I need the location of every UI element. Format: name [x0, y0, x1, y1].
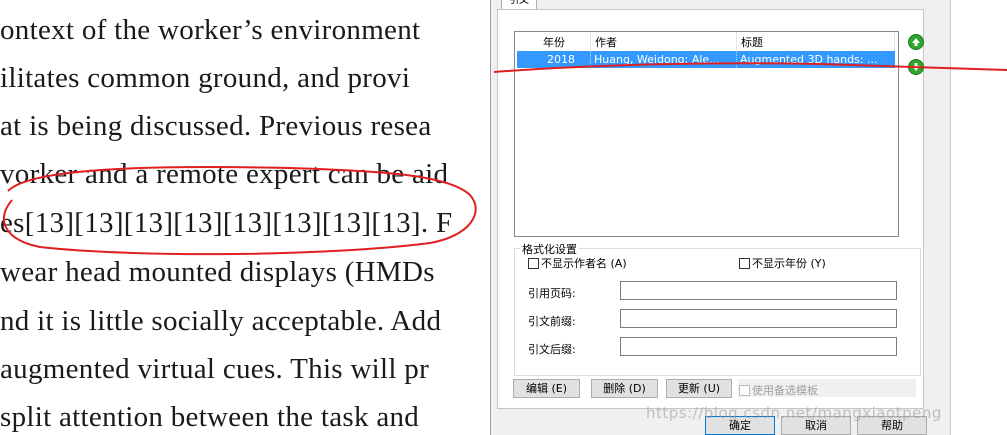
cell-title: Augmented 3D hands: ...	[740, 53, 878, 66]
tab-citation[interactable]: 引文	[501, 0, 537, 9]
hide-author-label: 不显示作者名 (A)	[541, 257, 627, 270]
citation-dialog: 引文 年份 作者 标题 2018 Huang, Weidong; Ale... …	[490, 0, 938, 435]
cell-year: 2018	[539, 51, 591, 68]
page-label: 引用页码:	[528, 287, 576, 300]
prefix-label: 引文前缀:	[528, 315, 576, 328]
update-button[interactable]: 更新 (U)	[666, 379, 732, 398]
checkbox-box[interactable]	[528, 257, 539, 269]
dialog-scrollbar[interactable]	[936, 0, 951, 435]
green-up-arrow-icon	[912, 38, 920, 46]
citation-list[interactable]: 年份 作者 标题 2018 Huang, Weidong; Ale... Aug…	[514, 31, 899, 237]
doc-line-7: nd it is little socially acceptable. Add	[0, 305, 442, 337]
citation-panel: 年份 作者 标题 2018 Huang, Weidong; Ale... Aug…	[497, 9, 924, 409]
column-author[interactable]: 作者	[591, 32, 737, 51]
column-year[interactable]: 年份	[539, 32, 591, 51]
edit-button[interactable]: 编辑 (E)	[513, 379, 580, 398]
green-down-arrow-icon	[912, 63, 920, 71]
doc-line-5: es[13][13][13][13][13][13][13][13]. F	[0, 207, 453, 239]
cell-author: Huang, Weidong; Ale...	[591, 51, 737, 68]
delete-button[interactable]: 删除 (D)	[591, 379, 658, 398]
column-title[interactable]: 标题	[737, 32, 895, 51]
hide-year-checkbox[interactable]: 不显示年份 (Y)	[739, 255, 826, 271]
use-alt-template-label: 使用备选模板	[752, 384, 818, 397]
prefix-input[interactable]	[620, 309, 897, 328]
page-input[interactable]	[620, 281, 897, 300]
list-header: 年份 作者 标题	[515, 32, 898, 51]
use-alt-template-checkbox[interactable]: 使用备选模板	[739, 382, 818, 398]
doc-line-9: split attention between the task and	[0, 401, 420, 433]
doc-line-4: vorker and a remote expert can be aid	[0, 158, 449, 190]
suffix-input[interactable]	[620, 337, 897, 356]
doc-line-3: at is being discussed. Previous resea	[0, 110, 432, 142]
checkbox-box[interactable]	[739, 384, 750, 396]
doc-line-1: ontext of the worker’s environment	[0, 14, 421, 46]
doc-line-8: augmented virtual cues. This will pr	[0, 353, 430, 385]
move-down-button[interactable]	[908, 59, 924, 75]
list-item[interactable]: 2018 Huang, Weidong; Ale... Augmented 3D…	[517, 51, 895, 68]
hide-author-checkbox[interactable]: 不显示作者名 (A)	[528, 255, 627, 271]
checkbox-box[interactable]	[739, 257, 750, 269]
doc-line-6: wear head mounted displays (HMDs	[0, 256, 435, 288]
hide-year-label: 不显示年份 (Y)	[752, 257, 826, 270]
suffix-label: 引文后缀:	[528, 343, 576, 356]
watermark: https://blog.csdn.net/mangxiaotpeng	[646, 404, 942, 422]
doc-line-2: ilitates common ground, and provi	[0, 62, 411, 94]
move-up-button[interactable]	[908, 34, 924, 50]
